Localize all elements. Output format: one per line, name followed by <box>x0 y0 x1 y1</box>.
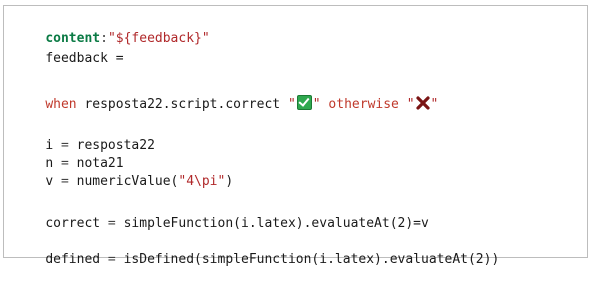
feedback-assignment: feedback = <box>45 51 124 66</box>
code-line-7: correct = simpleFunction(i.latex).evalua… <box>14 197 429 231</box>
defined-expression: isDefined(simpleFunction(i.latex).evalua… <box>123 252 500 267</box>
code-line-3: when resposta22.script.correct " " otherw… <box>14 77 438 112</box>
code-line-4: i = resposta22 <box>14 119 155 153</box>
quote: " <box>287 97 296 112</box>
when-keyword: when <box>45 97 77 112</box>
correct-expression: simpleFunction(i.latex).evaluateAt(2)=v <box>123 216 429 231</box>
close-paren: ) <box>225 174 234 189</box>
otherwise-keyword: otherwise <box>320 97 407 112</box>
numeric-value-fn: numericValue( <box>76 174 179 189</box>
equals: = <box>100 216 124 231</box>
var-defined: defined <box>45 252 101 267</box>
var-v: v <box>45 174 54 189</box>
numeric-value-arg: "4\pi" <box>178 174 226 189</box>
quote: " <box>430 97 439 112</box>
red-x-icon <box>415 96 430 116</box>
code-line-8: defined = isDefined(simpleFunction(i.lat… <box>14 233 499 267</box>
code-line-2: feedback = <box>14 32 123 66</box>
code-line-1: content:"${feedback}" <box>14 12 209 46</box>
quote: " <box>406 97 415 112</box>
code-line-6: v = numericValue("4\pi") <box>14 155 233 189</box>
green-check-icon <box>296 95 312 110</box>
quote: " <box>312 97 321 112</box>
code-editor-panel[interactable]: content:"${feedback}" feedback = when re… <box>3 5 588 267</box>
var-correct: correct <box>45 216 101 231</box>
equals: = <box>53 174 77 189</box>
condition-expression: resposta22.script.correct <box>76 97 288 112</box>
equals: = <box>100 252 124 267</box>
code-line-5: n = nota21 <box>14 137 123 171</box>
